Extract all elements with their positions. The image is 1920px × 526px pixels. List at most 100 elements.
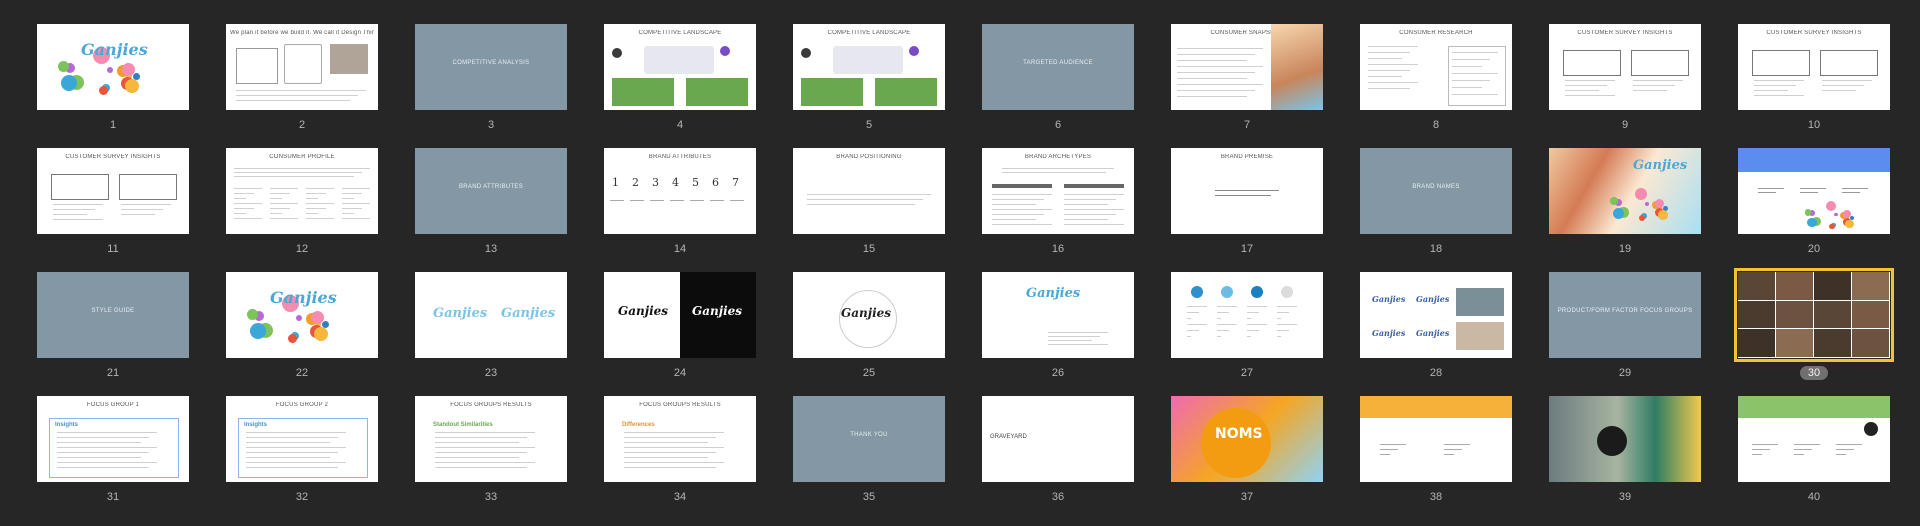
text-line (270, 213, 282, 214)
slide-number-label: 32 (295, 491, 309, 503)
text-line (270, 198, 282, 199)
slide-thumbnail[interactable]: Ganjies (982, 272, 1134, 358)
slide-number: 28 (1360, 366, 1512, 380)
slide-thumbnail[interactable] (1360, 396, 1512, 482)
slide-thumbnail[interactable]: BRAND NAMES (1360, 148, 1512, 234)
slide-number: 12 (226, 242, 378, 256)
section-label: Standout Similarities (433, 422, 493, 428)
slide-thumbnail[interactable]: CONSUMER PROFILE (226, 148, 378, 234)
splash-blob (1657, 209, 1668, 220)
slide-thumbnail[interactable]: BRAND POSITIONING (793, 148, 945, 234)
slide-title: BRAND ATTRIBUTES (648, 154, 712, 160)
slide-thumbnail[interactable]: CONSUMER RESEARCH (1360, 24, 1512, 110)
record-icon (1864, 422, 1878, 436)
slide-thumbnail[interactable] (1549, 396, 1701, 482)
slide-thumbnail[interactable]: COMPETITIVE LANDSCAPE (793, 24, 945, 110)
slide-thumbnail[interactable]: FOCUS GROUPS RESULTS Standout Similaritie… (415, 396, 567, 482)
slide-thumbnail[interactable] (1738, 148, 1890, 234)
slide-thumbnail[interactable]: FOCUS GROUP 2 Insights (226, 396, 378, 482)
text-line (1452, 87, 1482, 88)
attribute-number: 3 (652, 176, 659, 189)
slide-thumbnail[interactable]: NOMS (1171, 396, 1323, 482)
logo-text: Ganjies (1416, 294, 1450, 304)
text-line (1064, 199, 1116, 200)
group-photo (1776, 272, 1813, 300)
text-line (246, 437, 338, 438)
slide-6: TARGETED AUDIENCE 6 (982, 24, 1134, 134)
slide-thumbnail[interactable]: CUSTOMER SURVEY INSIGHTS (37, 148, 189, 234)
slide-thumbnail[interactable]: FOCUS GROUPS RESULTS Differences (604, 396, 756, 482)
archetype-heading (1064, 184, 1124, 188)
slide-thumbnail[interactable]: PRODUCT/FORM FACTOR FOCUS GROUPS (1549, 272, 1701, 358)
slide-thumbnail[interactable]: Ganjies (793, 272, 945, 358)
text-line (1633, 90, 1667, 91)
slide-thumbnail[interactable]: TARGETED AUDIENCE (982, 24, 1134, 110)
text-line (1368, 52, 1410, 53)
color-swatch (1191, 286, 1203, 298)
text-line (1565, 90, 1599, 91)
text-line (1380, 454, 1390, 455)
slide-title: CUSTOMER SURVEY INSIGHTS (65, 154, 161, 160)
text-line (306, 198, 318, 199)
text-line (1822, 85, 1864, 86)
text-line (1836, 449, 1854, 450)
slide-thumbnail[interactable]: COMPETITIVE LANDSCAPE (604, 24, 756, 110)
slide-title: FOCUS GROUP 1 (86, 402, 140, 408)
text-line (1754, 85, 1796, 86)
slide-number-label: 3 (487, 119, 495, 131)
splash-blob (1806, 217, 1817, 228)
logo-text: Ganjies (692, 304, 743, 318)
slide-thumbnail[interactable]: Ganjies (226, 272, 378, 358)
text-line (246, 442, 330, 443)
text-line (342, 198, 354, 199)
slide-thumbnail[interactable]: Ganjies (37, 24, 189, 110)
slide-38: 38 (1360, 396, 1512, 506)
text-line (807, 204, 915, 205)
slide-thumbnail[interactable]: CUSTOMER SURVEY INSIGHTS (1738, 24, 1890, 110)
slide-thumbnail[interactable] (1734, 268, 1894, 362)
slide-thumbnail[interactable] (1171, 272, 1323, 358)
slide-number-label: 19 (1618, 243, 1632, 255)
slide-thumbnail[interactable]: GRAVEYARD (982, 396, 1134, 482)
slide-number-label: 15 (862, 243, 876, 255)
slide-thumbnail[interactable]: CONSUMER SNAPSHOT (1171, 24, 1323, 110)
section-title: BRAND ATTRIBUTES (458, 184, 524, 190)
slide-number-label: 28 (1429, 367, 1443, 379)
slide-thumbnail[interactable]: Ganjies (1549, 148, 1701, 234)
slide-thumbnail[interactable] (1738, 396, 1890, 482)
slide-thumbnail[interactable]: BRAND PREMISE (1171, 148, 1323, 234)
slide-thumbnail[interactable]: CUSTOMER SURVEY INSIGHTS (1549, 24, 1701, 110)
text-line (57, 462, 157, 463)
slide-number-label: 39 (1618, 491, 1632, 503)
slide-title: BRAND POSITIONING (836, 154, 902, 160)
slide-thumbnail[interactable]: FOCUS GROUP 1 Insights (37, 396, 189, 482)
text-line (435, 437, 527, 438)
slide-thumbnail[interactable]: COMPETITIVE ANALYSIS (415, 24, 567, 110)
woman-photo (1271, 24, 1323, 110)
slide-thumbnail[interactable]: Ganjies Ganjies Ganjies Ganjies (1360, 272, 1512, 358)
text-line (1368, 76, 1402, 77)
text-line (1633, 85, 1675, 86)
section-label: Insights (244, 422, 268, 428)
slide-thumbnail[interactable]: BRAND ATTRIBUTES 1 2 3 4 5 6 7 (604, 148, 756, 234)
slide-33: FOCUS GROUPS RESULTS Standout Similaritie… (415, 396, 567, 506)
slide-thumbnail[interactable]: Ganjies Ganjies (415, 272, 567, 358)
slide-number-label: 21 (106, 367, 120, 379)
slide-number-label: 13 (484, 243, 498, 255)
insight-box (1563, 50, 1621, 76)
insight-box (1820, 50, 1878, 76)
slide-thumbnail[interactable]: BRAND ARCHETYPES (982, 148, 1134, 234)
text-line (624, 462, 724, 463)
text-line (1177, 60, 1247, 61)
text-line (992, 219, 1036, 220)
slide-title: BRAND PREMISE (1220, 154, 1274, 160)
text-line (435, 457, 519, 458)
text-line (1064, 204, 1108, 205)
slide-thumbnail[interactable]: THANK YOU (793, 396, 945, 482)
slide-thumbnail[interactable]: STYLE GUIDE (37, 272, 189, 358)
slide-thumbnail[interactable]: We plan it before we build it. We call i… (226, 24, 378, 110)
slide-9: CUSTOMER SURVEY INSIGHTS 9 (1549, 24, 1701, 134)
slide-thumbnail[interactable]: BRAND ATTRIBUTES (415, 148, 567, 234)
slide-29: PRODUCT/FORM FACTOR FOCUS GROUPS 29 (1549, 272, 1701, 382)
slide-thumbnail[interactable]: Ganjies Ganjies (604, 272, 756, 358)
